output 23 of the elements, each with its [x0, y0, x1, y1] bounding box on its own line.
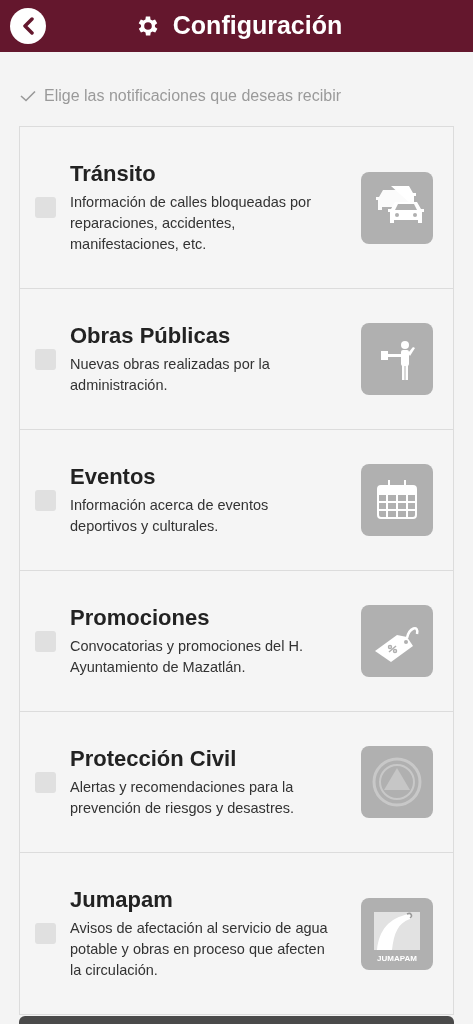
item-description: Convocatorias y promociones del H. Ayuntamiento de Mazatlán.: [70, 637, 304, 677]
flagger-icon: [361, 323, 433, 395]
item-description: Nuevas obras realizadas por la administración.: [70, 355, 271, 395]
item-title: Protección Civil: [70, 745, 238, 773]
item-description: Alertas y recomendaciones para la prevención de riesgos y desastres.: [70, 778, 296, 818]
item-title: Tránsito: [70, 160, 157, 188]
calendar-icon: [361, 464, 433, 536]
triangle-emblem-icon: [361, 746, 433, 818]
back-button[interactable]: [10, 8, 46, 44]
item-title: Promociones: [70, 604, 211, 632]
item-title: Obras Públicas: [70, 322, 232, 350]
item-title: Jumapam: [70, 886, 174, 914]
page-title: Configuración: [172, 10, 343, 42]
check-icon: [20, 90, 36, 102]
item-description: Avisos de afectación al servicio de agua potable y obras en proceso que afecten la circulación.: [70, 919, 329, 980]
item-description: Información acerca de eventos deportivos y culturales.: [70, 496, 270, 536]
instruction-text: Elige las notificaciones que deseas recibir: [44, 86, 342, 106]
back-icon: [21, 17, 35, 35]
item-description: Información de calles bloqueadas por reparaciones, accidentes, manifestaciones, etc.: [70, 193, 312, 254]
tag-icon: [361, 605, 433, 677]
cars-icon: [361, 171, 433, 244]
item-title: Eventos: [70, 463, 157, 491]
wave-logo-icon: JUMAPAM: [361, 897, 433, 970]
